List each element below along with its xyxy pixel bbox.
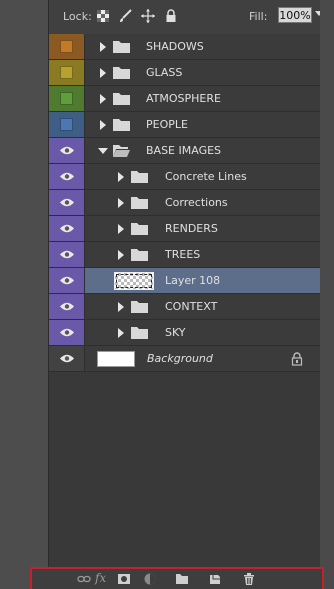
visibility-toggle[interactable] xyxy=(49,86,85,111)
fill-label: Fill: xyxy=(249,10,268,23)
layer-thumbnail[interactable] xyxy=(114,272,154,290)
layer-name[interactable]: Layer 108 xyxy=(165,274,220,287)
folder-icon xyxy=(131,249,148,261)
trash-icon[interactable] xyxy=(242,572,256,586)
layer-row-concrete-lines[interactable]: Concrete Lines xyxy=(49,164,320,190)
transparency-lock-icon[interactable] xyxy=(96,9,110,23)
eye-icon xyxy=(60,354,74,363)
layer-row-renders[interactable]: RENDERS xyxy=(49,216,320,242)
visibility-toggle[interactable] xyxy=(49,320,85,345)
padlock-icon xyxy=(291,352,303,366)
folder-icon xyxy=(113,119,130,131)
layer-name[interactable]: Background xyxy=(147,352,213,365)
visibility-toggle[interactable] xyxy=(49,138,85,163)
right-scroll-strip xyxy=(320,0,334,589)
eye-icon xyxy=(60,198,74,207)
folder-icon xyxy=(131,327,148,339)
move-icon[interactable] xyxy=(141,9,155,23)
layer-name[interactable]: BASE IMAGES xyxy=(146,144,221,157)
layer-row-base-images[interactable]: BASE IMAGES xyxy=(49,138,320,164)
mask-icon[interactable] xyxy=(117,572,131,586)
visibility-toggle[interactable] xyxy=(49,60,85,85)
lock-label: Lock: xyxy=(63,10,92,23)
layer-row-context[interactable]: CONTEXT xyxy=(49,294,320,320)
layer-name[interactable]: ATMOSPHERE xyxy=(146,92,221,105)
open-folder-icon xyxy=(113,145,130,157)
layer-name[interactable]: PEOPLE xyxy=(146,118,188,131)
expand-arrow-icon[interactable] xyxy=(100,120,106,130)
folder-icon xyxy=(113,41,130,53)
expand-arrow-icon[interactable] xyxy=(118,172,124,182)
visibility-toggle[interactable] xyxy=(49,112,85,137)
color-tag-icon xyxy=(60,40,73,53)
folder-icon xyxy=(113,93,130,105)
layer-name[interactable]: SHADOWS xyxy=(146,40,204,53)
visibility-toggle[interactable] xyxy=(49,164,85,189)
link-icon[interactable] xyxy=(77,572,91,586)
left-workspace-strip xyxy=(0,0,48,589)
visibility-toggle[interactable] xyxy=(49,216,85,241)
layers-panel: Lock: Fill: 100% SHADOWS GLASS ATMOSPHER… xyxy=(48,0,323,589)
layer-name[interactable]: Concrete Lines xyxy=(165,170,247,183)
layers-list: SHADOWS GLASS ATMOSPHERE PEOPLE BASE IMA… xyxy=(49,34,320,372)
folder-icon xyxy=(131,223,148,235)
expand-arrow-icon[interactable] xyxy=(100,42,106,52)
expand-arrow-icon[interactable] xyxy=(100,68,106,78)
folder-icon xyxy=(131,197,148,209)
layers-toolbar: Lock: Fill: 100% xyxy=(49,0,323,35)
expand-arrow-icon[interactable] xyxy=(118,198,124,208)
fill-input[interactable]: 100% xyxy=(278,7,312,23)
eye-icon xyxy=(60,276,74,285)
expand-arrow-icon[interactable] xyxy=(118,250,124,260)
layer-name[interactable]: Corrections xyxy=(165,196,228,209)
layer-name[interactable]: TREES xyxy=(165,248,200,261)
padlock-icon[interactable] xyxy=(164,9,178,23)
layer-row-atmosphere[interactable]: ATMOSPHERE xyxy=(49,86,320,112)
layer-row-glass[interactable]: GLASS xyxy=(49,60,320,86)
eye-icon xyxy=(60,250,74,259)
expand-arrow-icon[interactable] xyxy=(118,302,124,312)
folder-icon xyxy=(113,67,130,79)
eye-icon xyxy=(60,146,74,155)
visibility-toggle[interactable] xyxy=(49,242,85,267)
visibility-toggle[interactable] xyxy=(49,268,85,293)
new-group-icon[interactable] xyxy=(175,572,189,586)
layer-thumbnail[interactable] xyxy=(97,351,135,367)
fx-icon[interactable]: fx xyxy=(95,571,106,585)
folder-icon xyxy=(131,171,148,183)
expand-arrow-icon[interactable] xyxy=(118,328,124,338)
layer-row-background[interactable]: Background xyxy=(49,346,320,372)
layers-bottom-toolbar: fx xyxy=(30,567,324,589)
layer-row-corrections[interactable]: Corrections xyxy=(49,190,320,216)
layer-row-shadows[interactable]: SHADOWS xyxy=(49,34,320,60)
layer-row-sky[interactable]: SKY xyxy=(49,320,320,346)
eye-icon xyxy=(60,302,74,311)
expand-arrow-icon[interactable] xyxy=(118,224,124,234)
new-layer-icon[interactable] xyxy=(208,572,222,586)
color-tag-icon xyxy=(60,118,73,131)
layer-name[interactable]: RENDERS xyxy=(165,222,218,235)
color-tag-icon xyxy=(60,66,73,79)
layer-row-trees[interactable]: TREES xyxy=(49,242,320,268)
layer-row-people[interactable]: PEOPLE xyxy=(49,112,320,138)
eye-icon xyxy=(60,172,74,181)
eye-icon xyxy=(60,328,74,337)
layer-name[interactable]: CONTEXT xyxy=(165,300,217,313)
folder-icon xyxy=(131,301,148,313)
visibility-toggle[interactable] xyxy=(49,190,85,215)
layer-name[interactable]: SKY xyxy=(165,326,186,339)
color-tag-icon xyxy=(60,92,73,105)
layer-row-layer-108[interactable]: Layer 108 xyxy=(49,268,320,294)
expand-arrow-icon[interactable] xyxy=(100,94,106,104)
visibility-toggle[interactable] xyxy=(49,34,85,59)
visibility-toggle[interactable] xyxy=(49,346,85,371)
layer-name[interactable]: GLASS xyxy=(146,66,182,79)
collapse-arrow-icon[interactable] xyxy=(98,148,108,154)
visibility-toggle[interactable] xyxy=(49,294,85,319)
adjustment-icon[interactable] xyxy=(143,572,157,586)
eye-icon xyxy=(60,224,74,233)
brush-icon[interactable] xyxy=(118,9,132,23)
